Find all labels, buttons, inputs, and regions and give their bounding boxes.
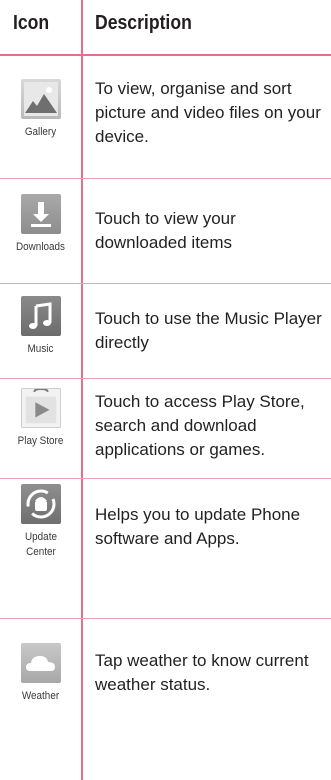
table-row-weather-icon-cell: Weather (0, 643, 81, 704)
table-row-downloads-icon-cell: Downloads (0, 194, 81, 255)
icon-label: Music (27, 343, 54, 355)
description-text: Tap weather to know current weather stat… (95, 651, 309, 694)
description-text: Helps you to update Phone software and A… (95, 505, 301, 548)
table-row-update-center-icon-cell: Update Center (0, 484, 81, 560)
row-divider (0, 378, 331, 379)
icon-label: Gallery (24, 126, 57, 138)
description-text: Touch to use the Music Player directly (95, 309, 322, 352)
table-row-play-store-description: Touch to access Play Store, search and d… (95, 390, 323, 462)
description-text: Touch to view your downloaded items (95, 209, 236, 252)
table-row-gallery-description: To view, organise and sort picture and v… (95, 77, 323, 149)
icon-label: Weather (21, 690, 60, 702)
downloads-icon (20, 194, 61, 234)
table-row-music-description: Touch to use the Music Player directly (95, 307, 323, 355)
row-divider (0, 283, 331, 284)
table-row-update-center-description: Helps you to update Phone software and A… (95, 503, 323, 551)
table-row-music-icon-cell: Music (0, 296, 81, 357)
header-divider (0, 54, 331, 56)
table-row-downloads-description: Touch to view your downloaded items (95, 207, 323, 255)
play-store-icon (20, 388, 61, 428)
description-text: Touch to access Play Store, search and d… (95, 392, 305, 459)
icon-label: Downloads (16, 241, 65, 253)
gallery-icon (20, 79, 61, 119)
weather-icon (20, 643, 61, 683)
icon-label: Update Center (24, 531, 57, 558)
header-icon-column: Icon (13, 12, 50, 34)
table-row-weather-description: Tap weather to know current weather stat… (95, 649, 323, 697)
icon-label: Play Store (17, 435, 64, 447)
update-center-icon (20, 484, 61, 524)
column-divider (81, 0, 83, 780)
row-divider (0, 178, 331, 179)
table-row-gallery-icon-cell: Gallery (0, 79, 81, 140)
header-description-column: Description (95, 12, 192, 34)
table-row-play-store-icon-cell: Play Store (0, 388, 81, 449)
icon-description-table: Icon Description Gallery To view, organi… (0, 0, 331, 780)
row-divider (0, 478, 331, 479)
description-text: To view, organise and sort picture and v… (95, 79, 321, 146)
row-divider (0, 618, 331, 619)
music-icon (20, 296, 61, 336)
